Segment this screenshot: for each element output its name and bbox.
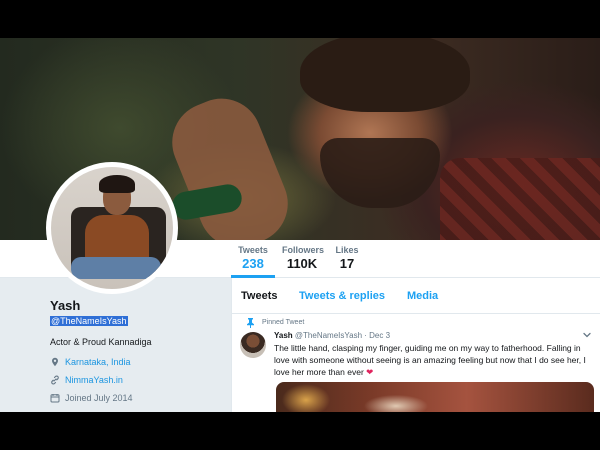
chevron-down-icon[interactable] [582,330,592,340]
avatar-jeans [71,257,161,279]
profile-location-text[interactable]: Karnataka, India [65,357,131,367]
profile-website: NimmaYash.in [50,375,123,385]
tweet-avatar[interactable] [240,332,266,358]
profile-joined-text: Joined July 2014 [65,393,133,403]
stat-likes-label: Likes [335,245,359,255]
profile-bio: Actor & Proud Kannadiga [50,337,152,347]
pinned-tweet-label-row: Pinned Tweet [247,318,305,328]
stat-likes[interactable]: Likes 17 [334,244,360,272]
stat-tweets-value: 238 [242,256,264,271]
tweet-header: Yash @TheNameIsYash · Dec 3 [274,331,390,340]
tab-media[interactable]: Media [407,290,438,302]
stat-tweets-label: Tweets [238,245,268,255]
timeline-tabs: Tweets Tweets & replies Media [232,278,600,314]
location-icon [52,357,58,367]
pinned-tweet-label: Pinned Tweet [262,319,305,326]
header-photo-hair [300,38,470,112]
tweet-media-image[interactable] [276,382,594,412]
tweet-author-name[interactable]: Yash [274,331,293,340]
timeline: Tweets Tweets & replies Media Pinned Twe… [231,278,600,412]
header-photo-shirt [440,158,600,240]
heart-icon: ❤ [366,367,374,377]
calendar-icon [50,394,60,403]
stat-followers-label: Followers [282,245,325,255]
pin-icon [247,318,254,328]
tweet-text: The little hand, clasping my finger, gui… [274,343,586,377]
link-icon [51,375,59,385]
tab-tweets-and-replies[interactable]: Tweets & replies [299,290,385,302]
profile-joined: Joined July 2014 [50,393,133,403]
profile-website-link[interactable]: NimmaYash.in [65,375,123,385]
stat-tweets[interactable]: Tweets 238 [231,244,275,278]
profile-page: Tweets 238 Followers 110K Likes 17 Yash … [0,38,600,412]
avatar-hair [99,175,135,193]
stat-followers-value: 110K [286,256,318,271]
tweet-text-block: The little hand, clasping my finger, gui… [274,342,592,378]
stat-followers[interactable]: Followers 110K [282,244,325,272]
header-photo-beard [320,138,440,208]
tweet-handle-date[interactable]: @TheNameIsYash · Dec 3 [295,331,390,340]
profile-name[interactable]: Yash [50,298,80,313]
profile-location: Karnataka, India [50,357,131,367]
tab-tweets[interactable]: Tweets [241,290,277,302]
stat-likes-value: 17 [339,256,355,271]
screenshot-frame: Tweets 238 Followers 110K Likes 17 Yash … [0,0,600,450]
profile-handle[interactable]: @TheNameIsYash [50,316,128,326]
profile-avatar[interactable] [46,162,178,294]
